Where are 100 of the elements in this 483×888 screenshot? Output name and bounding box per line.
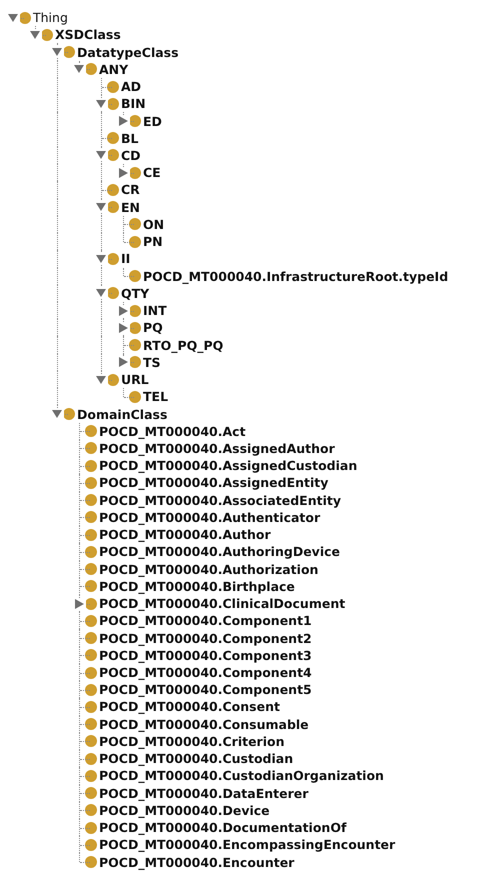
class-name[interactable]: ON xyxy=(143,216,164,232)
class-name[interactable]: POCD_MT000040.ClinicalDocument xyxy=(99,596,346,612)
class-name[interactable]: PN xyxy=(143,234,163,250)
caret-down-icon xyxy=(95,254,107,264)
class-name[interactable]: TS xyxy=(143,354,161,370)
class-icon xyxy=(85,563,97,576)
class-icon xyxy=(107,184,119,196)
class-icon xyxy=(85,598,97,610)
class-icon xyxy=(85,649,97,662)
class-icon xyxy=(129,390,141,403)
class-icon xyxy=(85,735,97,748)
class-name[interactable]: ANY xyxy=(99,62,128,77)
class-name[interactable]: POCD_MT000040.DataEnterer xyxy=(99,786,308,801)
caret-down-icon xyxy=(95,374,107,385)
class-icon xyxy=(129,356,141,368)
class-name[interactable]: INT xyxy=(143,303,167,318)
class-name[interactable]: POCD_MT000040.AssociatedEntity xyxy=(99,492,341,508)
class-name[interactable]: CE xyxy=(143,165,161,180)
class-icon xyxy=(85,460,97,472)
class-name[interactable]: POCD_MT000040.Component5 xyxy=(99,682,312,698)
class-name[interactable]: POCD_MT000040.EncompassingEncounter xyxy=(99,837,396,852)
caret-down-icon xyxy=(95,150,107,160)
caret-down-icon xyxy=(95,288,107,298)
class-name[interactable]: BIN xyxy=(121,96,146,112)
class-icon xyxy=(85,494,97,506)
class-icon xyxy=(129,115,141,128)
class-icon xyxy=(19,12,31,24)
class-name[interactable]: CR xyxy=(121,182,140,198)
class-name[interactable]: ED xyxy=(143,114,162,129)
class-icon xyxy=(85,822,97,834)
class-name[interactable]: PQ xyxy=(143,320,163,336)
caret-right-icon xyxy=(117,116,129,126)
class-name[interactable]: POCD_MT000040.Component4 xyxy=(99,665,312,680)
class-name[interactable]: POCD_MT000040.Consumable xyxy=(99,716,309,732)
class-icon xyxy=(85,838,97,851)
class-icon xyxy=(129,322,141,334)
class-icon xyxy=(85,684,97,696)
class-name[interactable]: II xyxy=(121,251,130,266)
class-icon xyxy=(107,252,119,265)
class-icon xyxy=(85,804,97,816)
class-name[interactable]: POCD_MT000040.Component3 xyxy=(99,648,312,663)
class-icon xyxy=(107,287,119,300)
class-icon xyxy=(41,28,53,41)
class-icon xyxy=(129,236,141,248)
class-name[interactable]: POCD_MT000040.InfrastructureRoot.typeId xyxy=(143,268,448,284)
caret-down-icon xyxy=(51,47,63,58)
class-icon xyxy=(85,632,97,644)
class-name[interactable]: BL xyxy=(121,130,138,146)
class-name[interactable]: CD xyxy=(121,148,141,163)
caret-down-icon xyxy=(73,64,85,74)
class-name[interactable]: EN xyxy=(121,200,140,215)
class-name[interactable]: POCD_MT000040.CustodianOrganization xyxy=(99,768,384,784)
class-name[interactable]: POCD_MT000040.AssignedCustodian xyxy=(99,458,358,474)
class-name[interactable]: POCD_MT000040.Component1 xyxy=(99,613,312,628)
class-icon xyxy=(107,201,119,214)
class-name[interactable]: POCD_MT000040.Component2 xyxy=(99,630,312,646)
class-name[interactable]: DatatypeClass xyxy=(77,44,179,60)
class-name[interactable]: POCD_MT000040.Authenticator xyxy=(99,510,320,525)
class-icon xyxy=(129,339,141,352)
class-icon xyxy=(85,666,97,679)
class-name[interactable]: POCD_MT000040.Act xyxy=(99,424,246,439)
caret-right-icon xyxy=(117,357,129,368)
class-icon xyxy=(107,98,119,110)
class-icon xyxy=(85,770,97,782)
class-icon xyxy=(85,63,97,76)
class-name[interactable]: TEL xyxy=(143,389,168,404)
class-name[interactable]: URL xyxy=(121,372,149,388)
class-name[interactable]: POCD_MT000040.Birthplace xyxy=(99,578,295,594)
class-name[interactable]: POCD_MT000040.AssignedEntity xyxy=(99,475,328,490)
class-name[interactable]: POCD_MT000040.Encounter xyxy=(99,854,294,870)
caret-right-icon xyxy=(117,306,129,316)
class-icon xyxy=(85,718,97,730)
class-name[interactable]: POCD_MT000040.Criterion xyxy=(99,734,284,749)
class-icon xyxy=(129,166,141,179)
class-name[interactable]: DomainClass xyxy=(77,406,168,422)
class-name[interactable]: POCD_MT000040.Consent xyxy=(99,699,280,714)
class-icon xyxy=(107,374,119,386)
class-icon xyxy=(85,580,97,592)
class-name[interactable]: POCD_MT000040.AuthoringDevice xyxy=(99,544,340,560)
caret-right-icon xyxy=(117,322,129,333)
class-name[interactable]: POCD_MT000040.Authorization xyxy=(99,562,318,577)
class-name[interactable]: POCD_MT000040.Device xyxy=(99,802,270,818)
class-icon xyxy=(129,218,141,230)
class-name[interactable]: RTO_PQ_PQ xyxy=(143,338,224,353)
caret-right-icon xyxy=(73,598,85,609)
class-icon xyxy=(85,528,97,541)
caret-down-icon xyxy=(51,409,63,419)
class-name[interactable]: POCD_MT000040.Custodian xyxy=(99,751,294,766)
class-name[interactable]: POCD_MT000040.DocumentationOf xyxy=(99,820,346,836)
class-icon xyxy=(107,80,119,93)
class-name[interactable]: XSDClass xyxy=(55,27,121,42)
class-name[interactable]: AD xyxy=(121,79,142,94)
class-name[interactable]: POCD_MT000040.Author xyxy=(99,527,271,542)
class-name[interactable]: Thing xyxy=(33,10,68,26)
class-icon xyxy=(85,700,97,713)
class-name[interactable]: POCD_MT000040.AssignedAuthor xyxy=(99,440,335,456)
caret-down-icon xyxy=(7,12,19,23)
class-icon xyxy=(107,132,119,144)
class-icon xyxy=(85,425,97,438)
class-name[interactable]: QTY xyxy=(121,286,150,301)
